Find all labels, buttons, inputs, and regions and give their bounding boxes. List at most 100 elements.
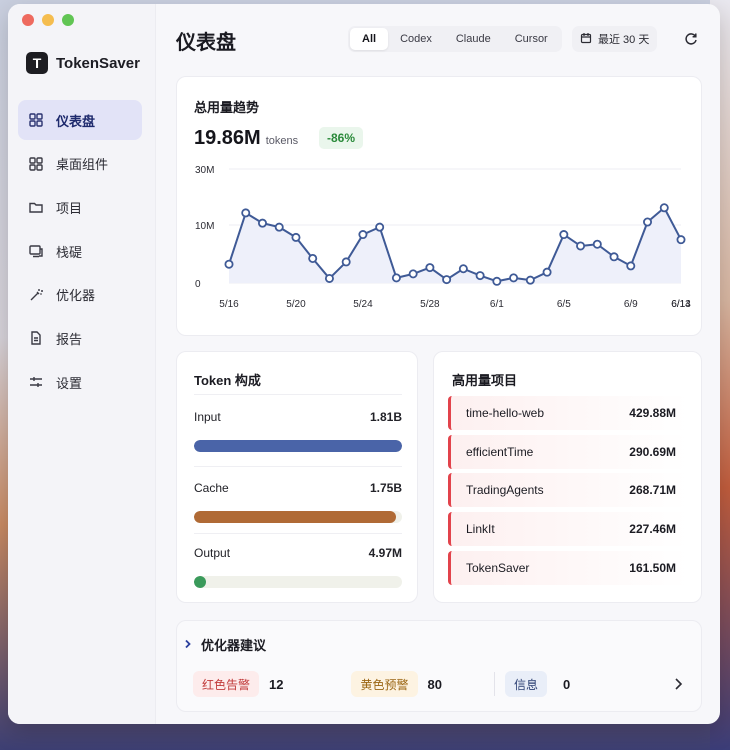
trend-point <box>341 257 351 267</box>
advice-header[interactable]: 优化器建议 <box>183 635 266 654</box>
composition-bar-fill <box>194 511 396 523</box>
filter-claude-button[interactable]: Claude <box>444 28 503 50</box>
project-usage: 227.46M <box>629 522 676 537</box>
widgets-icon <box>28 156 44 172</box>
chevron-right-icon <box>183 636 193 654</box>
sidebar-item-widgets[interactable]: 桌面组件 <box>18 144 142 184</box>
composition-row-input: Input 1.81B <box>194 410 402 452</box>
composition-label: Cache <box>194 481 229 495</box>
project-usage: 161.50M <box>629 560 676 575</box>
refresh-icon <box>682 33 700 52</box>
brand-logo: T <box>26 52 48 74</box>
trend-point <box>609 252 619 262</box>
grid-icon <box>28 112 44 128</box>
sidebar-item-label: 优化器 <box>56 288 96 304</box>
trend-point <box>576 241 586 251</box>
source-filter: All Codex Claude Cursor <box>348 26 562 52</box>
sidebar-item-stack[interactable]: 栈碮 <box>18 231 142 271</box>
trend-point <box>458 264 468 274</box>
divider <box>194 533 402 534</box>
filter-cursor-button[interactable]: Cursor <box>503 28 560 50</box>
trend-point <box>492 276 502 286</box>
composition-bar-fill <box>194 440 402 452</box>
advice-next-button[interactable] <box>667 673 689 695</box>
list-item[interactable]: time-hello-web 429.88M <box>448 396 688 430</box>
sidebar-item-label: 报告 <box>56 331 83 347</box>
magic-wand-icon <box>28 287 44 303</box>
advice-summary: 红色告警 12 黄色预警 80 信息 0 <box>193 671 570 697</box>
sidebar-item-settings[interactable]: 设置 <box>18 362 142 402</box>
refresh-button[interactable] <box>682 30 700 48</box>
card-title: Token 构成 <box>194 373 261 388</box>
zoom-window-button[interactable] <box>62 14 74 26</box>
composition-value: 1.81B <box>369 410 402 424</box>
x-tick-label: 6/14 <box>671 299 691 310</box>
sidebar-item-optimizer[interactable]: 优化器 <box>18 275 142 315</box>
red-alert-badge[interactable]: 红色告警 <box>193 671 260 697</box>
x-tick-label: 6/5 <box>557 299 571 310</box>
close-window-button[interactable] <box>22 14 34 26</box>
trend-point <box>626 261 636 271</box>
traffic-lights <box>22 14 74 26</box>
trend-point <box>274 222 284 232</box>
sliders-icon <box>28 374 44 390</box>
project-name: TradingAgents <box>466 483 544 498</box>
usage-trend-card: 总用量趋势 19.86M tokens -86% 0 10M 30M 5/16 5/20… <box>176 76 702 336</box>
sidebar-nav: 仪表盘 桌面组件 项目 栈碮 优化器 报告 设置 <box>18 100 142 406</box>
token-composition-card: Token 构成 Input 1.81B Cache 1.75B Output … <box>176 351 418 603</box>
document-icon <box>28 330 44 346</box>
sidebar-item-dashboard[interactable]: 仪表盘 <box>18 100 142 140</box>
list-item[interactable]: efficientTime 290.69M <box>448 434 688 469</box>
x-tick-label: 6/9 <box>624 299 638 310</box>
filter-all-button[interactable]: All <box>350 28 389 50</box>
minimize-window-button[interactable] <box>42 14 54 26</box>
project-name: TokenSaver <box>466 560 530 575</box>
app-window: T TokenSaver 仪表盘 桌面组件 项目 栈碮 优化器 报告 设置 仪表… <box>8 4 720 724</box>
main-content: 仪表盘 All Codex Claude Cursor 最近 30 天 总用量趋… <box>156 4 720 724</box>
date-range-button[interactable]: 最近 30 天 <box>572 26 658 52</box>
composition-bar <box>194 576 402 588</box>
date-range-label: 最近 30 天 <box>598 34 650 46</box>
divider <box>194 394 402 395</box>
calendar-icon <box>580 32 592 47</box>
composition-value: 1.75B <box>369 481 402 495</box>
project-name: time-hello-web <box>466 406 545 420</box>
folder-icon <box>28 199 44 215</box>
trend-point <box>375 222 385 232</box>
monitor-icon <box>28 243 44 259</box>
trend-point <box>257 218 267 228</box>
y-tick-label: 0 <box>195 279 201 290</box>
brand-name: TokenSaver <box>56 54 140 72</box>
list-item[interactable]: TokenSaver 161.50M <box>448 550 688 585</box>
sidebar-item-reports[interactable]: 报告 <box>18 318 142 358</box>
x-tick-label: 5/24 <box>353 299 373 310</box>
filter-codex-button[interactable]: Codex <box>388 28 444 50</box>
trend-point <box>542 267 552 277</box>
trend-point <box>559 230 569 240</box>
sidebar-item-projects[interactable]: 项目 <box>18 187 142 227</box>
project-list: time-hello-web 429.88M efficientTime 290… <box>448 396 688 589</box>
y-tick-label: 10M <box>195 221 214 232</box>
trend-point <box>224 259 234 269</box>
trend-point <box>643 217 653 227</box>
optimizer-advice-card: 优化器建议 红色告警 12 黄色预警 80 信息 0 <box>176 620 702 712</box>
trend-point <box>475 271 485 281</box>
list-item[interactable]: TradingAgents 268.71M <box>448 473 688 508</box>
usage-trend-chart: 010M30M5/16 5/20 5/24 5/28 6/1 6/5 6/9 6/136/14 <box>195 165 691 310</box>
x-tick-label: 5/20 <box>286 299 306 310</box>
composition-label: Output <box>194 546 231 560</box>
page-title: 仪表盘 <box>176 32 236 54</box>
sidebar-item-label: 仪表盘 <box>56 113 96 129</box>
yellow-warning-badge[interactable]: 黄色预警 <box>351 671 418 697</box>
info-badge[interactable]: 信息 <box>504 671 547 697</box>
red-alert-count: 12 <box>269 676 284 692</box>
trend-point <box>408 269 418 279</box>
info-count: 0 <box>562 676 571 692</box>
composition-row-output: Output 4.97M <box>194 546 402 588</box>
composition-row-cache: Cache 1.75B <box>194 481 402 523</box>
trend-point <box>391 273 401 283</box>
trend-point <box>425 263 435 273</box>
list-item[interactable]: LinkIt 227.46M <box>448 512 688 547</box>
project-name: efficientTime <box>466 444 534 459</box>
x-tick-label: 5/28 <box>420 299 440 310</box>
